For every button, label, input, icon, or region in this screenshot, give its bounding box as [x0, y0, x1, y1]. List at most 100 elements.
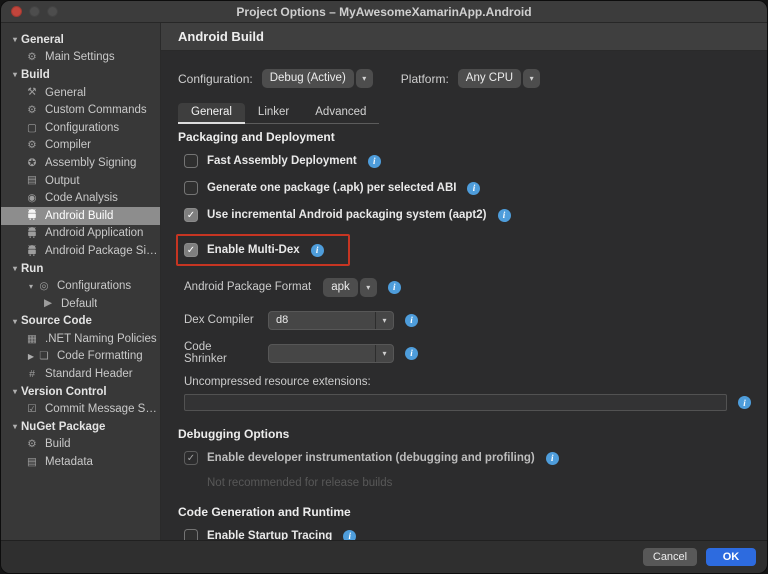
dropdown-value: apk: [323, 277, 358, 297]
sidebar-group-run[interactable]: ▾ Run: [1, 260, 160, 278]
sidebar-item-label: Version Control: [21, 385, 107, 398]
checkbox-row-generate-one-package-apk-per-selected-abi: Generate one package (.apk) per selected…: [184, 180, 751, 196]
sidebar-item-main-settings[interactable]: ⚙ Main Settings: [1, 49, 160, 67]
chevron-down-icon: ▾: [523, 69, 541, 88]
info-icon[interactable]: i: [545, 451, 559, 465]
sidebar-group-source-code[interactable]: ▾ Source Code: [1, 313, 160, 331]
sidebar-item-label: Build: [21, 68, 50, 81]
sidebar-item-label: General: [21, 33, 64, 46]
tab-general[interactable]: General: [178, 103, 245, 124]
info-icon[interactable]: i: [405, 313, 418, 327]
configuration-row: Configuration: Debug (Active) ▾ Platform…: [178, 69, 751, 88]
dex-compiler-dropdown[interactable]: d8 ▾: [268, 310, 394, 330]
disclosure-open-icon[interactable]: ▾: [9, 317, 21, 326]
info-icon[interactable]: i: [467, 181, 481, 195]
sidebar-group-build[interactable]: ▾ Build: [1, 66, 160, 84]
sidebar-item-standard-header[interactable]: # Standard Header: [1, 365, 160, 383]
checkbox-row-use-incremental-android-packaging-system-aapt2: ✓ Use incremental Android packaging syste…: [184, 207, 751, 223]
platform-value: Any CPU: [457, 69, 522, 88]
info-icon[interactable]: i: [405, 346, 418, 360]
cancel-button[interactable]: Cancel: [643, 548, 697, 566]
disclosure-open-icon[interactable]: ▾: [25, 282, 37, 291]
sidebar-item-label: Compiler: [45, 139, 92, 152]
android-package-format-dropdown[interactable]: apk ▾: [323, 277, 377, 297]
generate-one-package-apk-per-selected-abi-checkbox[interactable]: [184, 181, 198, 195]
checkbox-label: Enable Startup Tracing: [207, 530, 333, 540]
info-icon[interactable]: i: [497, 208, 511, 222]
configuration-label: Configuration:: [178, 71, 253, 86]
gear-circle-icon: ◎: [39, 279, 49, 292]
platform-dropdown[interactable]: Any CPU ▾: [457, 69, 541, 88]
sidebar-item-label: NuGet Package: [21, 420, 106, 433]
sidebar-item-label: Standard Header: [45, 368, 133, 381]
android-icon: [25, 226, 39, 241]
ok-button[interactable]: OK: [706, 548, 756, 566]
close-button[interactable]: [11, 6, 22, 17]
android-icon: [25, 208, 39, 223]
sidebar-item-configurations[interactable]: ▢ Configurations: [1, 119, 160, 137]
code-shrinker-dropdown[interactable]: ▾: [268, 343, 394, 363]
sidebar-item-configurations[interactable]: ▾ ◎ Configurations: [1, 277, 160, 295]
sidebar-item-compiler[interactable]: ⚙ Compiler: [1, 137, 160, 155]
hash-icon: #: [29, 367, 35, 380]
disclosure-open-icon[interactable]: ▾: [9, 422, 21, 431]
info-icon[interactable]: i: [367, 154, 381, 168]
disclosure-open-icon[interactable]: ▾: [9, 70, 21, 79]
disclosure-open-icon[interactable]: ▾: [9, 35, 21, 44]
gear-icon: ⚙: [27, 103, 37, 116]
fast-assembly-deployment-checkbox[interactable]: [184, 154, 198, 168]
check-circle-icon: ☑: [27, 403, 37, 416]
sidebar-group-nuget-package[interactable]: ▾ NuGet Package: [1, 418, 160, 436]
sidebar-item-android-package-signing[interactable]: Android Package Signing: [1, 242, 160, 260]
uncompressed-resource-extensions-input[interactable]: [184, 394, 727, 411]
sidebar-item-commit-message-style[interactable]: ☑ Commit Message Style: [1, 400, 160, 418]
zoom-button[interactable]: [47, 6, 58, 17]
dropdown-label: Android Package Format: [184, 281, 312, 293]
sidebar-item-label: Metadata: [45, 456, 93, 469]
configuration-dropdown[interactable]: Debug (Active) ▾: [261, 69, 373, 88]
sidebar-group-general[interactable]: ▾ General: [1, 31, 160, 49]
tab-linker[interactable]: Linker: [245, 103, 302, 123]
sidebar-item-label: Code Formatting: [57, 350, 143, 363]
compiler-icon: ⚙: [27, 139, 37, 152]
sidebar-item-android-build[interactable]: Android Build: [1, 206, 160, 225]
sidebar-item-label: Default: [61, 297, 98, 310]
sidebar-item-code-analysis[interactable]: ◉ Code Analysis: [1, 189, 160, 207]
minimize-button[interactable]: [29, 6, 40, 17]
window-icon: ▢: [27, 121, 37, 134]
settings-form: Packaging and Deployment Fast Assembly De…: [176, 130, 751, 540]
checkbox-label: Generate one package (.apk) per selected…: [207, 182, 457, 194]
dropdown-label: Code Shrinker: [184, 341, 227, 365]
sidebar-item-label: Output: [45, 174, 80, 187]
chevron-down-icon: ▾: [355, 69, 373, 88]
enable-startup-tracing-checkbox[interactable]: [184, 529, 198, 540]
tab-advanced[interactable]: Advanced: [302, 103, 379, 123]
badge-icon: ✪: [27, 156, 37, 169]
disclosure-closed-icon[interactable]: ▶: [25, 352, 37, 361]
sidebar-item-output[interactable]: ▤ Output: [1, 172, 160, 190]
sidebar-item-build[interactable]: ⚙ Build: [1, 436, 160, 454]
use-incremental-android-packaging-system-aapt2-checkbox[interactable]: ✓: [184, 208, 198, 222]
sidebar-item-general[interactable]: ⚒ General: [1, 84, 160, 102]
sidebar-item-default[interactable]: ▶ Default: [1, 295, 160, 313]
sidebar-item-code-formatting[interactable]: ▶ ❏ Code Formatting: [1, 348, 160, 366]
sidebar-item-metadata[interactable]: ▤ Metadata: [1, 453, 160, 471]
disclosure-open-icon[interactable]: ▾: [9, 387, 21, 396]
sidebar-item-custom-commands[interactable]: ⚙ Custom Commands: [1, 101, 160, 119]
sidebar-item-android-application[interactable]: Android Application: [1, 225, 160, 243]
info-icon[interactable]: i: [738, 396, 751, 409]
info-icon[interactable]: i: [387, 280, 401, 294]
sidebar-item-net-naming-policies[interactable]: ▦ .NET Naming Policies: [1, 330, 160, 348]
enable-developer-instrumentation-debugging-and-profiling-checkbox: ✓: [184, 451, 198, 465]
sidebar-item-assembly-signing[interactable]: ✪ Assembly Signing: [1, 154, 160, 172]
checkbox-label: Enable Multi-Dex: [207, 244, 300, 256]
enable-multi-dex-checkbox[interactable]: ✓: [184, 243, 198, 257]
info-icon[interactable]: i: [310, 243, 324, 257]
info-icon[interactable]: i: [343, 529, 357, 540]
disclosure-open-icon[interactable]: ▾: [9, 264, 21, 273]
options-sidebar: ▾ General ⚙ Main Settings ▾ Build ⚒ General ⚙ Cus…: [1, 23, 161, 540]
sidebar-item-label: Main Settings: [45, 51, 115, 64]
checkbox-label: Enable developer instrumentation (debugg…: [207, 452, 535, 464]
checkbox-row-fast-assembly-deployment: Fast Assembly Deployment i: [184, 153, 751, 169]
sidebar-group-version-control[interactable]: ▾ Version Control: [1, 383, 160, 401]
